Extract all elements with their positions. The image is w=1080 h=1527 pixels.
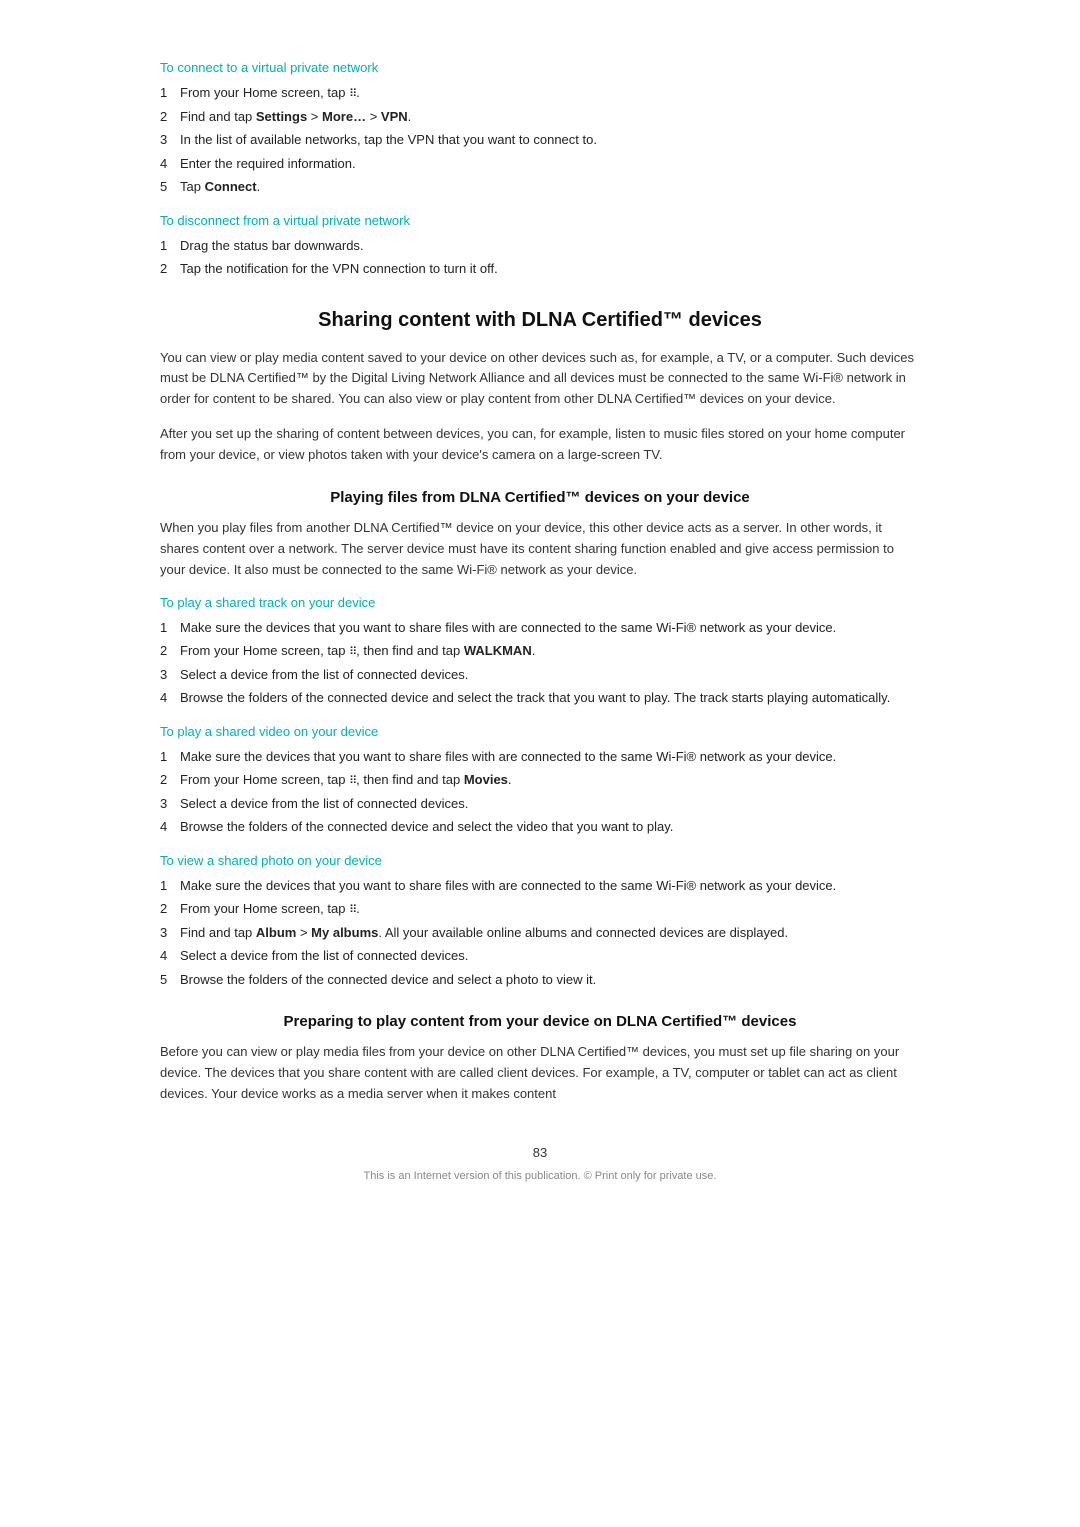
disconnect-vpn-steps: 1 Drag the status bar downwards. 2 Tap t… (160, 236, 920, 279)
list-item: 2 Tap the notification for the VPN conne… (160, 259, 920, 279)
page-container: To connect to a virtual private network … (160, 0, 920, 1262)
list-item: 3 Select a device from the list of conne… (160, 794, 920, 814)
preparing-heading: Preparing to play content from your devi… (160, 1013, 920, 1030)
list-item: 5 Browse the folders of the connected de… (160, 970, 920, 990)
list-item: 4 Browse the folders of the connected de… (160, 688, 920, 708)
list-item: 1 Make sure the devices that you want to… (160, 747, 920, 767)
list-item: 3 Select a device from the list of conne… (160, 665, 920, 685)
main-body-1: You can view or play media content saved… (160, 348, 920, 410)
play-track-heading: To play a shared track on your device (160, 595, 920, 610)
list-item: 1 Drag the status bar downwards. (160, 236, 920, 256)
play-video-heading: To play a shared video on your device (160, 724, 920, 739)
connect-vpn-steps: 1 From your Home screen, tap ⠿. 2 Find a… (160, 83, 920, 197)
connect-vpn-heading: To connect to a virtual private network (160, 60, 920, 75)
view-photo-steps: 1 Make sure the devices that you want to… (160, 876, 920, 990)
list-item: 1 Make sure the devices that you want to… (160, 618, 920, 638)
list-item: 4 Select a device from the list of conne… (160, 946, 920, 966)
list-item: 5 Tap Connect. (160, 177, 920, 197)
play-video-steps: 1 Make sure the devices that you want to… (160, 747, 920, 837)
main-heading: Sharing content with DLNA Certified™ dev… (160, 309, 920, 332)
list-item: 4 Browse the folders of the connected de… (160, 817, 920, 837)
list-item: 2 From your Home screen, tap ⠿, then fin… (160, 641, 920, 661)
list-item: 2 From your Home screen, tap ⠿. (160, 899, 920, 919)
grid-icon: ⠿ (349, 88, 356, 100)
preparing-body: Before you can view or play media files … (160, 1042, 920, 1104)
grid-icon: ⠿ (349, 646, 356, 658)
playing-files-body: When you play files from another DLNA Ce… (160, 518, 920, 580)
list-item: 3 Find and tap Album > My albums. All yo… (160, 923, 920, 943)
page-number: 83 (160, 1145, 920, 1160)
disconnect-vpn-heading: To disconnect from a virtual private net… (160, 213, 920, 228)
footer-text: This is an Internet version of this publ… (160, 1170, 920, 1182)
grid-icon: ⠿ (349, 775, 356, 787)
list-item: 2 Find and tap Settings > More… > VPN. (160, 107, 920, 127)
list-item: 4 Enter the required information. (160, 154, 920, 174)
grid-icon: ⠿ (349, 904, 356, 916)
list-item: 3 In the list of available networks, tap… (160, 130, 920, 150)
list-item: 1 Make sure the devices that you want to… (160, 876, 920, 896)
play-track-steps: 1 Make sure the devices that you want to… (160, 618, 920, 708)
view-photo-heading: To view a shared photo on your device (160, 853, 920, 868)
playing-files-heading: Playing files from DLNA Certified™ devic… (160, 489, 920, 506)
main-body-2: After you set up the sharing of content … (160, 424, 920, 466)
list-item: 1 From your Home screen, tap ⠿. (160, 83, 920, 103)
list-item: 2 From your Home screen, tap ⠿, then fin… (160, 770, 920, 790)
